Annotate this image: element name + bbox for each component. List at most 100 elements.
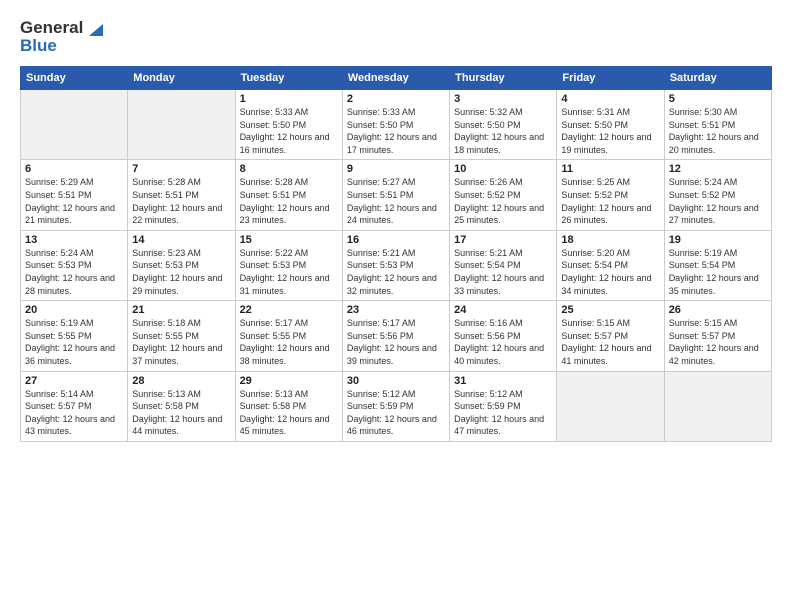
calendar-cell: 4Sunrise: 5:31 AMSunset: 5:50 PMDaylight… bbox=[557, 90, 664, 160]
calendar-cell: 2Sunrise: 5:33 AMSunset: 5:50 PMDaylight… bbox=[342, 90, 449, 160]
calendar-cell: 10Sunrise: 5:26 AMSunset: 5:52 PMDayligh… bbox=[450, 160, 557, 230]
calendar-day-header: Wednesday bbox=[342, 67, 449, 90]
calendar-cell: 30Sunrise: 5:12 AMSunset: 5:59 PMDayligh… bbox=[342, 371, 449, 441]
day-number: 24 bbox=[454, 304, 552, 316]
day-info: Sunrise: 5:12 AMSunset: 5:59 PMDaylight:… bbox=[454, 388, 552, 438]
calendar-cell: 28Sunrise: 5:13 AMSunset: 5:58 PMDayligh… bbox=[128, 371, 235, 441]
calendar-cell bbox=[664, 371, 771, 441]
day-number: 10 bbox=[454, 163, 552, 175]
day-info: Sunrise: 5:28 AMSunset: 5:51 PMDaylight:… bbox=[132, 176, 230, 226]
day-number: 18 bbox=[561, 234, 659, 246]
day-number: 28 bbox=[132, 375, 230, 387]
day-number: 11 bbox=[561, 163, 659, 175]
day-info: Sunrise: 5:24 AMSunset: 5:52 PMDaylight:… bbox=[669, 176, 767, 226]
calendar-cell: 7Sunrise: 5:28 AMSunset: 5:51 PMDaylight… bbox=[128, 160, 235, 230]
day-number: 27 bbox=[25, 375, 123, 387]
calendar-week-row: 27Sunrise: 5:14 AMSunset: 5:57 PMDayligh… bbox=[21, 371, 772, 441]
calendar-cell: 24Sunrise: 5:16 AMSunset: 5:56 PMDayligh… bbox=[450, 301, 557, 371]
calendar-cell: 13Sunrise: 5:24 AMSunset: 5:53 PMDayligh… bbox=[21, 230, 128, 300]
day-info: Sunrise: 5:14 AMSunset: 5:57 PMDaylight:… bbox=[25, 388, 123, 438]
day-info: Sunrise: 5:13 AMSunset: 5:58 PMDaylight:… bbox=[240, 388, 338, 438]
calendar-day-header: Monday bbox=[128, 67, 235, 90]
calendar-week-row: 13Sunrise: 5:24 AMSunset: 5:53 PMDayligh… bbox=[21, 230, 772, 300]
calendar-cell: 26Sunrise: 5:15 AMSunset: 5:57 PMDayligh… bbox=[664, 301, 771, 371]
calendar-cell: 29Sunrise: 5:13 AMSunset: 5:58 PMDayligh… bbox=[235, 371, 342, 441]
calendar-cell: 19Sunrise: 5:19 AMSunset: 5:54 PMDayligh… bbox=[664, 230, 771, 300]
day-number: 3 bbox=[454, 93, 552, 105]
day-number: 5 bbox=[669, 93, 767, 105]
day-info: Sunrise: 5:17 AMSunset: 5:56 PMDaylight:… bbox=[347, 317, 445, 367]
logo: General Blue bbox=[20, 18, 103, 56]
day-info: Sunrise: 5:25 AMSunset: 5:52 PMDaylight:… bbox=[561, 176, 659, 226]
day-info: Sunrise: 5:21 AMSunset: 5:54 PMDaylight:… bbox=[454, 247, 552, 297]
day-number: 20 bbox=[25, 304, 123, 316]
calendar-week-row: 6Sunrise: 5:29 AMSunset: 5:51 PMDaylight… bbox=[21, 160, 772, 230]
day-info: Sunrise: 5:33 AMSunset: 5:50 PMDaylight:… bbox=[240, 106, 338, 156]
day-info: Sunrise: 5:12 AMSunset: 5:59 PMDaylight:… bbox=[347, 388, 445, 438]
calendar-cell: 16Sunrise: 5:21 AMSunset: 5:53 PMDayligh… bbox=[342, 230, 449, 300]
day-info: Sunrise: 5:28 AMSunset: 5:51 PMDaylight:… bbox=[240, 176, 338, 226]
day-number: 15 bbox=[240, 234, 338, 246]
day-number: 13 bbox=[25, 234, 123, 246]
calendar-cell bbox=[21, 90, 128, 160]
calendar-cell: 11Sunrise: 5:25 AMSunset: 5:52 PMDayligh… bbox=[557, 160, 664, 230]
day-number: 17 bbox=[454, 234, 552, 246]
day-info: Sunrise: 5:22 AMSunset: 5:53 PMDaylight:… bbox=[240, 247, 338, 297]
day-number: 30 bbox=[347, 375, 445, 387]
logo-blue-text: Blue bbox=[20, 36, 57, 56]
day-info: Sunrise: 5:16 AMSunset: 5:56 PMDaylight:… bbox=[454, 317, 552, 367]
logo-general-text: General bbox=[20, 18, 83, 38]
calendar-cell: 17Sunrise: 5:21 AMSunset: 5:54 PMDayligh… bbox=[450, 230, 557, 300]
day-info: Sunrise: 5:30 AMSunset: 5:51 PMDaylight:… bbox=[669, 106, 767, 156]
calendar-cell: 3Sunrise: 5:32 AMSunset: 5:50 PMDaylight… bbox=[450, 90, 557, 160]
day-info: Sunrise: 5:20 AMSunset: 5:54 PMDaylight:… bbox=[561, 247, 659, 297]
day-number: 1 bbox=[240, 93, 338, 105]
day-number: 4 bbox=[561, 93, 659, 105]
day-number: 22 bbox=[240, 304, 338, 316]
calendar-cell: 1Sunrise: 5:33 AMSunset: 5:50 PMDaylight… bbox=[235, 90, 342, 160]
calendar-header-row: SundayMondayTuesdayWednesdayThursdayFrid… bbox=[21, 67, 772, 90]
calendar-cell: 31Sunrise: 5:12 AMSunset: 5:59 PMDayligh… bbox=[450, 371, 557, 441]
day-info: Sunrise: 5:23 AMSunset: 5:53 PMDaylight:… bbox=[132, 247, 230, 297]
calendar-day-header: Saturday bbox=[664, 67, 771, 90]
calendar-cell: 27Sunrise: 5:14 AMSunset: 5:57 PMDayligh… bbox=[21, 371, 128, 441]
day-number: 9 bbox=[347, 163, 445, 175]
calendar-day-header: Tuesday bbox=[235, 67, 342, 90]
calendar-cell: 20Sunrise: 5:19 AMSunset: 5:55 PMDayligh… bbox=[21, 301, 128, 371]
calendar-cell: 6Sunrise: 5:29 AMSunset: 5:51 PMDaylight… bbox=[21, 160, 128, 230]
day-number: 6 bbox=[25, 163, 123, 175]
day-number: 2 bbox=[347, 93, 445, 105]
calendar-cell: 8Sunrise: 5:28 AMSunset: 5:51 PMDaylight… bbox=[235, 160, 342, 230]
day-info: Sunrise: 5:31 AMSunset: 5:50 PMDaylight:… bbox=[561, 106, 659, 156]
day-number: 25 bbox=[561, 304, 659, 316]
calendar-cell: 15Sunrise: 5:22 AMSunset: 5:53 PMDayligh… bbox=[235, 230, 342, 300]
day-number: 26 bbox=[669, 304, 767, 316]
calendar-cell: 12Sunrise: 5:24 AMSunset: 5:52 PMDayligh… bbox=[664, 160, 771, 230]
day-info: Sunrise: 5:15 AMSunset: 5:57 PMDaylight:… bbox=[561, 317, 659, 367]
day-number: 19 bbox=[669, 234, 767, 246]
day-number: 31 bbox=[454, 375, 552, 387]
calendar-cell bbox=[128, 90, 235, 160]
calendar-week-row: 20Sunrise: 5:19 AMSunset: 5:55 PMDayligh… bbox=[21, 301, 772, 371]
logo-icon bbox=[85, 18, 103, 36]
calendar-day-header: Sunday bbox=[21, 67, 128, 90]
day-info: Sunrise: 5:19 AMSunset: 5:55 PMDaylight:… bbox=[25, 317, 123, 367]
day-number: 7 bbox=[132, 163, 230, 175]
calendar-cell: 14Sunrise: 5:23 AMSunset: 5:53 PMDayligh… bbox=[128, 230, 235, 300]
day-number: 14 bbox=[132, 234, 230, 246]
header: General Blue bbox=[20, 18, 772, 56]
calendar-cell: 21Sunrise: 5:18 AMSunset: 5:55 PMDayligh… bbox=[128, 301, 235, 371]
day-info: Sunrise: 5:19 AMSunset: 5:54 PMDaylight:… bbox=[669, 247, 767, 297]
day-info: Sunrise: 5:15 AMSunset: 5:57 PMDaylight:… bbox=[669, 317, 767, 367]
day-number: 29 bbox=[240, 375, 338, 387]
calendar-cell: 25Sunrise: 5:15 AMSunset: 5:57 PMDayligh… bbox=[557, 301, 664, 371]
day-number: 21 bbox=[132, 304, 230, 316]
day-info: Sunrise: 5:27 AMSunset: 5:51 PMDaylight:… bbox=[347, 176, 445, 226]
day-info: Sunrise: 5:17 AMSunset: 5:55 PMDaylight:… bbox=[240, 317, 338, 367]
calendar-cell: 22Sunrise: 5:17 AMSunset: 5:55 PMDayligh… bbox=[235, 301, 342, 371]
day-number: 8 bbox=[240, 163, 338, 175]
calendar-week-row: 1Sunrise: 5:33 AMSunset: 5:50 PMDaylight… bbox=[21, 90, 772, 160]
day-number: 12 bbox=[669, 163, 767, 175]
calendar-cell: 18Sunrise: 5:20 AMSunset: 5:54 PMDayligh… bbox=[557, 230, 664, 300]
calendar-cell: 9Sunrise: 5:27 AMSunset: 5:51 PMDaylight… bbox=[342, 160, 449, 230]
